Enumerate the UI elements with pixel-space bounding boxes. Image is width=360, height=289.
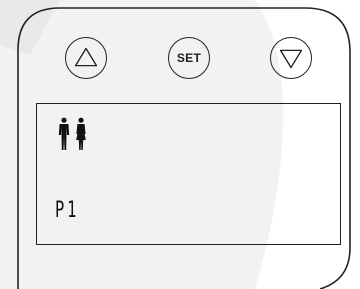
- male-female-users-icon: [58, 117, 86, 150]
- device-panel: SET P1: [0, 0, 360, 289]
- triangle-up-icon: [74, 47, 98, 67]
- set-button[interactable]: SET: [168, 37, 210, 79]
- set-button-label: SET: [176, 51, 202, 65]
- profile-code: P1: [55, 198, 80, 223]
- up-button[interactable]: [65, 37, 107, 79]
- triangle-down-icon: [279, 49, 303, 69]
- down-button[interactable]: [270, 37, 312, 79]
- lcd-display: P1: [36, 103, 341, 245]
